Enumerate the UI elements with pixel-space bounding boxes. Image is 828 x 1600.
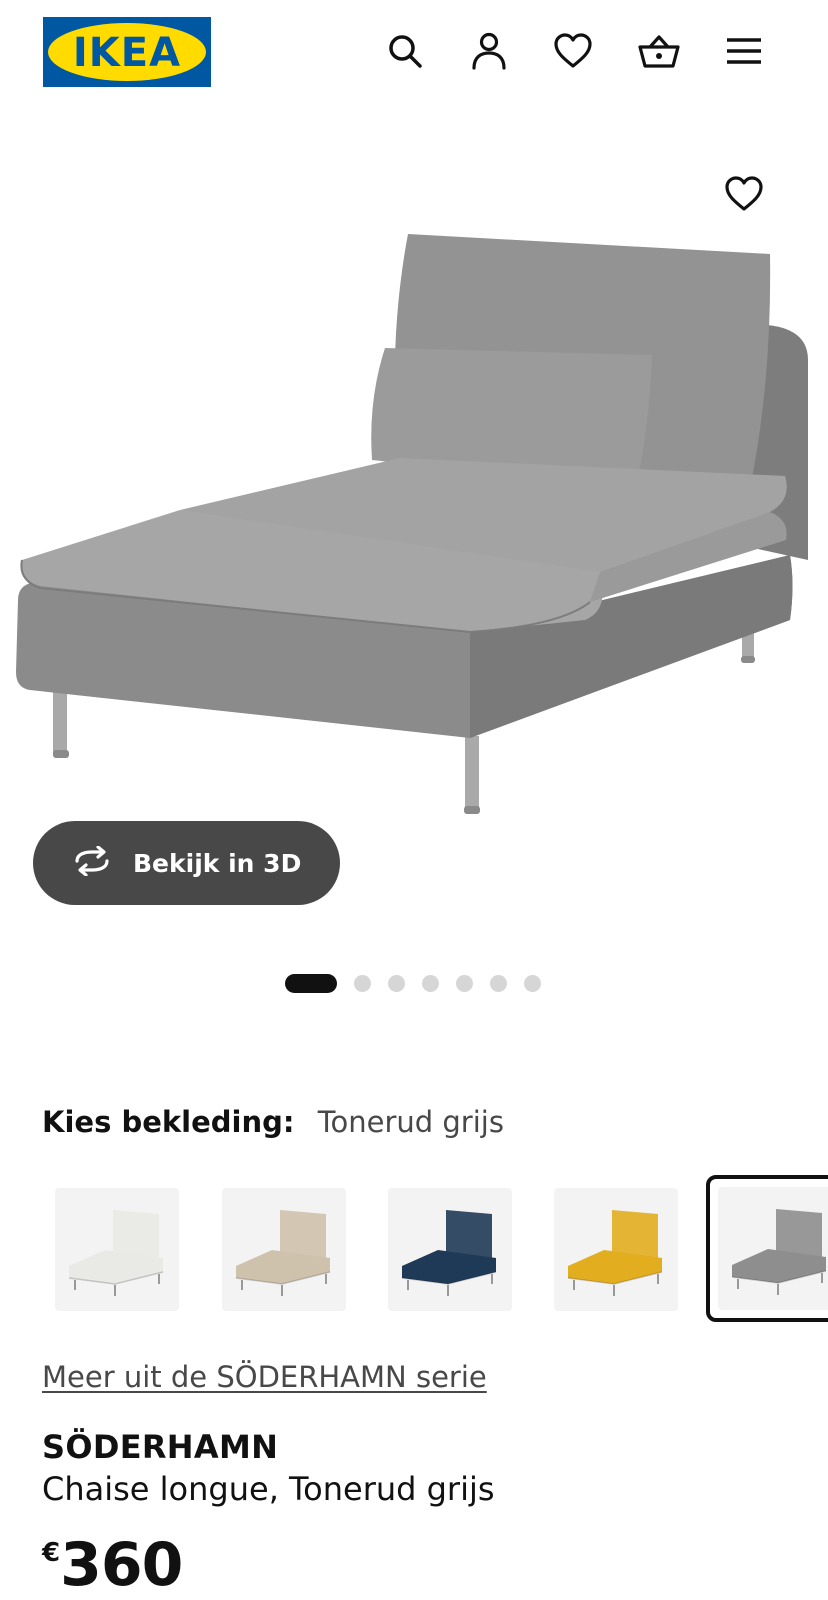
price-currency: € <box>42 1538 61 1568</box>
cover-swatch-list <box>0 1170 828 1330</box>
carousel-dot[interactable] <box>456 974 473 992</box>
product-price: €360 <box>42 1530 183 1600</box>
wishlist-icon[interactable] <box>550 28 596 74</box>
price-amount: 360 <box>60 1530 183 1600</box>
logo-text: IKEA <box>73 30 181 76</box>
carousel-dot[interactable] <box>354 974 371 992</box>
product-image[interactable] <box>0 130 828 840</box>
heart-icon <box>725 176 763 211</box>
product-description: Chaise longue, Tonerud grijs <box>42 1470 495 1508</box>
view-in-3d-label: Bekijk in 3D <box>133 848 302 878</box>
header: IKEA <box>0 0 828 100</box>
carousel-dot[interactable] <box>524 974 541 992</box>
add-to-wishlist-button[interactable] <box>720 170 768 218</box>
carousel-dot[interactable] <box>285 973 337 993</box>
carousel-dot[interactable] <box>490 974 507 992</box>
carousel-dot[interactable] <box>388 974 405 992</box>
cover-label: Kies bekleding: <box>42 1105 295 1139</box>
cover-selection: Kies bekleding: Tonerud grijs <box>42 1105 504 1139</box>
cover-swatch[interactable] <box>706 1175 828 1322</box>
cover-swatch[interactable] <box>554 1188 678 1311</box>
cart-icon[interactable] <box>636 28 682 74</box>
cover-swatch[interactable] <box>222 1188 346 1311</box>
search-icon[interactable] <box>382 28 428 74</box>
product-name: SÖDERHAMN <box>42 1428 279 1466</box>
carousel-dot[interactable] <box>422 974 439 992</box>
rotate-3d-icon <box>69 845 115 880</box>
menu-icon[interactable] <box>721 28 767 74</box>
series-link[interactable]: Meer uit de SÖDERHAMN serie <box>42 1360 487 1394</box>
cover-value: Tonerud grijs <box>317 1105 504 1139</box>
cover-swatch[interactable] <box>388 1188 512 1311</box>
carousel-pagination <box>285 973 558 993</box>
ikea-logo[interactable]: IKEA <box>43 17 211 87</box>
view-in-3d-button[interactable]: Bekijk in 3D <box>33 821 340 905</box>
account-icon[interactable] <box>466 28 512 74</box>
cover-swatch[interactable] <box>55 1188 179 1311</box>
